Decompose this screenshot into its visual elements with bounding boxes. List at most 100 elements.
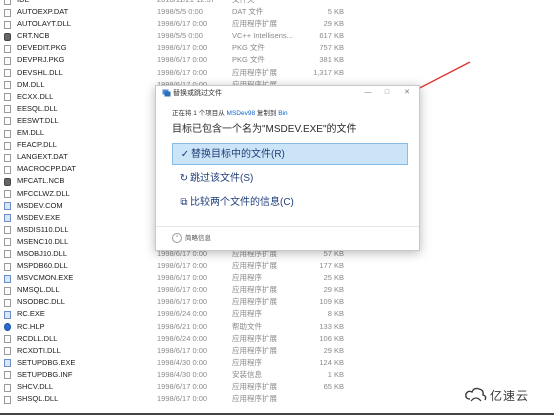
file-name: NSODBC.DLL	[17, 297, 65, 307]
file-type: 应用程序扩展	[232, 382, 277, 391]
database-file-icon	[4, 32, 11, 41]
file-type: 帮助文件	[232, 321, 262, 331]
file-date: 1998/6/21 0:00	[157, 321, 208, 331]
file-size: 106 KB	[319, 333, 344, 343]
file-date: 1998/6/24 0:00	[157, 333, 208, 343]
file-name: DM.DLL	[17, 79, 45, 89]
file-icon	[4, 8, 11, 17]
file-name: FEACP.DLL	[17, 140, 57, 150]
watermark-text: 亿速云	[490, 389, 530, 403]
bottom-border	[0, 413, 554, 415]
file-row[interactable]: DEVEDIT.PKG 1998/6/17 0:00 PKG 文件 757 KB	[0, 42, 554, 54]
file-icon	[4, 20, 11, 29]
executable-icon	[4, 310, 11, 319]
file-date: 1998/6/17 0:00	[157, 297, 208, 307]
file-size: 29 KB	[323, 285, 344, 295]
file-type: 应用程序扩展	[232, 19, 277, 29]
file-row[interactable]: NMSQL.DLL 1998/6/17 0:00 应用程序扩展 29 KB	[0, 284, 554, 296]
executable-icon	[4, 274, 11, 283]
file-name: RCDLL.DLL	[17, 333, 58, 343]
file-size: 757 KB	[319, 43, 344, 53]
file-row[interactable]: MSPDB60.DLL 1998/6/17 0:00 应用程序扩展 177 KB	[0, 260, 554, 272]
file-size: 1 KB	[327, 369, 344, 379]
file-icon	[4, 250, 11, 259]
file-icon	[4, 117, 11, 126]
replace-files-option[interactable]: ✓ 替换目标中的文件(R)	[172, 143, 408, 165]
file-icon	[4, 69, 11, 78]
file-type: 应用程序扩展	[232, 67, 277, 77]
file-name: MFCCLWZ.DLL	[17, 188, 70, 198]
file-icon	[4, 44, 11, 53]
file-type: 应用程序扩展	[232, 394, 277, 404]
file-name: EESQL.DLL	[17, 103, 58, 113]
file-row[interactable]: RCDLL.DLL 1998/6/24 0:00 应用程序扩展 106 KB	[0, 333, 554, 345]
fewer-details-toggle[interactable]: ⌃ 简略信息	[172, 232, 211, 244]
option-label: 比较两个文件的信息(C)	[190, 197, 294, 208]
file-type: PKG 文件	[232, 55, 265, 65]
checkmark-icon: ✓	[180, 149, 190, 160]
file-row[interactable]: RCXDTI.DLL 1998/6/17 0:00 应用程序扩展 29 KB	[0, 345, 554, 357]
file-row[interactable]: CRT.NCB 1998/5/5 0:00 VC++ Intellisens... 6…	[0, 30, 554, 42]
dialog-titlebar: 替换或跳过文件 — □ ✕	[156, 86, 419, 100]
source-folder-link[interactable]: MSDev98	[227, 110, 256, 117]
file-row[interactable]: DEVSHL.DLL 1998/6/17 0:00 应用程序扩展 1,317 KB	[0, 67, 554, 79]
maximize-button[interactable]: □	[378, 87, 396, 99]
file-row[interactable]: RC.EXE 1998/6/24 0:00 应用程序 8 KB	[0, 308, 554, 320]
file-row[interactable]: AUTOEXP.DAT 1998/5/5 0:00 DAT 文件 5 KB	[0, 6, 554, 18]
file-name: MSPDB60.DLL	[17, 261, 68, 271]
dialog-message: 目标已包含一个名为"MSDEV.EXE"的文件	[172, 124, 357, 135]
file-date: 1998/4/30 0:00	[157, 369, 208, 379]
file-name: DEVEDIT.PKG	[17, 43, 67, 53]
file-name: RC.HLP	[17, 321, 45, 331]
file-row[interactable]: MSVCMON.EXE 1998/6/17 0:00 应用程序 25 KB	[0, 272, 554, 284]
executable-icon	[4, 214, 11, 223]
file-date: 1998/6/17 0:00	[157, 345, 208, 355]
file-date: 1998/4/30 0:00	[157, 357, 208, 367]
executable-icon	[4, 202, 11, 211]
subtitle-prefix: 正在将 1 个项目从	[172, 110, 227, 117]
file-date: 1998/6/17 0:00	[157, 285, 208, 295]
file-date: 1998/6/17 0:00	[157, 394, 208, 404]
file-icon	[4, 93, 11, 102]
subtitle-mid: 复制到	[255, 110, 279, 117]
file-name: RCXDTI.DLL	[17, 345, 61, 355]
file-name: EM.DLL	[17, 128, 45, 138]
file-type: DAT 文件	[232, 7, 264, 17]
file-name: SHSQL.DLL	[17, 394, 59, 404]
file-name: RC.EXE	[17, 309, 45, 319]
file-type: 应用程序扩展	[232, 285, 277, 295]
file-type: VC++ Intellisens...	[232, 31, 293, 41]
executable-icon	[4, 359, 11, 368]
file-name: LANGEXT.DAT	[17, 152, 68, 162]
file-row[interactable]: NSODBC.DLL 1998/6/17 0:00 应用程序扩展 109 KB	[0, 296, 554, 308]
destination-folder-link[interactable]: Bin	[278, 110, 287, 117]
compare-files-option[interactable]: ⧉ 比较两个文件的信息(C)	[172, 192, 408, 214]
copy-dialog-icon	[162, 89, 171, 97]
dialog-divider	[156, 226, 419, 227]
skip-icon: ↻	[179, 173, 189, 184]
skip-files-option[interactable]: ↻ 跳过该文件(S)	[172, 168, 408, 190]
option-label: 跳过该文件(S)	[190, 173, 254, 184]
file-row[interactable]: AUTOLAYT.DLL 1998/6/17 0:00 应用程序扩展 29 KB	[0, 18, 554, 30]
replace-or-skip-dialog: 替换或跳过文件 — □ ✕ 正在将 1 个项目从 MSDev98 复制到 Bin…	[155, 85, 420, 251]
file-icon	[4, 165, 11, 174]
file-row[interactable]: RC.HLP 1998/6/21 0:00 帮助文件 133 KB	[0, 321, 554, 333]
file-date: 1998/6/17 0:00	[157, 19, 208, 29]
file-row[interactable]: DEVPRJ.PKG 1998/6/17 0:00 PKG 文件 381 KB	[0, 54, 554, 66]
file-size: 124 KB	[319, 357, 344, 367]
file-row[interactable]: SETUPDBG.EXE 1998/4/30 0:00 应用程序 124 KB	[0, 357, 554, 369]
file-name: AUTOEXP.DAT	[17, 7, 69, 17]
file-date: 1998/6/17 0:00	[157, 382, 208, 391]
file-date: 1998/6/17 0:00	[157, 67, 208, 77]
file-row[interactable]: SETUPDBG.INF 1998/4/30 0:00 安装信息 1 KB	[0, 369, 554, 381]
minimize-button[interactable]: —	[359, 87, 377, 99]
dialog-subtitle: 正在将 1 个项目从 MSDev98 复制到 Bin	[172, 107, 288, 117]
file-type: 应用程序	[232, 309, 262, 319]
file-icon	[4, 129, 11, 138]
database-file-icon	[4, 177, 11, 186]
file-name: MFCATL.NCB	[17, 176, 65, 186]
file-type: 应用程序扩展	[232, 261, 277, 271]
close-button[interactable]: ✕	[398, 87, 416, 99]
file-size: 29 KB	[323, 345, 344, 355]
file-icon	[4, 395, 11, 404]
